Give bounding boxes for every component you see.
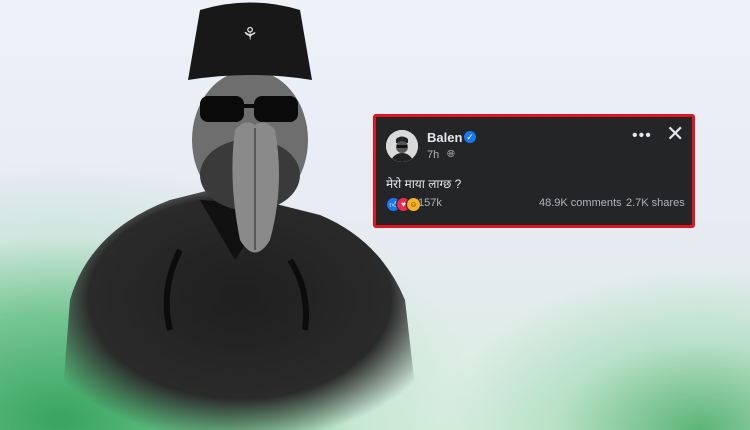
globe-icon: 🌐︎ bbox=[447, 149, 455, 160]
facebook-post-card: Balen ✓ 7h 🌐︎ ••• ✕ मेरो माया लाग्छ ? 👍︎… bbox=[373, 114, 695, 228]
svg-text:⚘: ⚘ bbox=[242, 24, 258, 45]
profile-picture-icon bbox=[386, 130, 418, 162]
man-namaste-photo: ⚘ bbox=[60, 2, 420, 430]
avatar[interactable] bbox=[386, 130, 418, 162]
post-text: मेरो माया लाग्छ ? bbox=[386, 177, 462, 191]
author-name[interactable]: Balen bbox=[427, 130, 462, 145]
close-icon[interactable]: ✕ bbox=[666, 123, 684, 145]
verified-badge-icon: ✓ bbox=[464, 131, 476, 143]
reaction-count[interactable]: 157k bbox=[418, 197, 442, 209]
shares-count[interactable]: 2.7K shares bbox=[626, 197, 685, 209]
post-timestamp[interactable]: 7h bbox=[427, 149, 439, 161]
comments-count[interactable]: 48.9K comments bbox=[539, 197, 622, 209]
more-options-icon[interactable]: ••• bbox=[632, 127, 652, 145]
